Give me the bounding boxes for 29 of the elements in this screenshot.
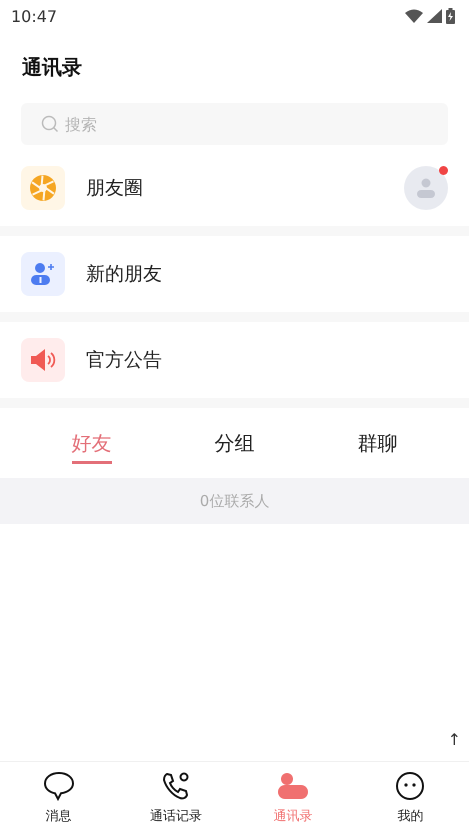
profile-icon [395,771,426,801]
page-title: 通讯录 [21,54,83,81]
contact-count: 0位联系人 [200,492,270,510]
search-field[interactable]: 搜索 [21,103,448,145]
contact-menu-row[interactable]: 官方公告 [0,322,469,408]
nav-item[interactable]: 消息 [0,762,118,834]
row-label: 朋友圈 [86,176,144,201]
tab[interactable]: 分组 [214,422,254,464]
aperture-icon [29,174,57,202]
status-time: 10:47 [11,6,58,26]
contact-menu-row[interactable]: 新的朋友 [0,236,469,322]
row-label: 官方公告 [86,348,163,373]
nav-item[interactable]: 通话记录 [117,762,234,834]
user-icon [277,771,310,801]
speaker-icon [29,348,57,372]
signal-icon [427,9,442,23]
search-icon [41,115,59,133]
contact-menu-row[interactable]: 朋友圈 [0,150,469,236]
wifi-icon [405,9,423,23]
row-label: 新的朋友 [86,262,163,287]
tab[interactable]: 群聊 [358,422,398,464]
user-icon [416,177,436,199]
phone-icon [160,771,191,801]
scroll-top-button[interactable]: ↑ [448,730,461,749]
nav-item[interactable]: 我的 [352,762,469,834]
chat-bubble-icon [42,771,75,801]
battery-icon [446,8,455,24]
search-input[interactable]: 搜索 [63,114,448,134]
add-user-icon [30,262,56,286]
